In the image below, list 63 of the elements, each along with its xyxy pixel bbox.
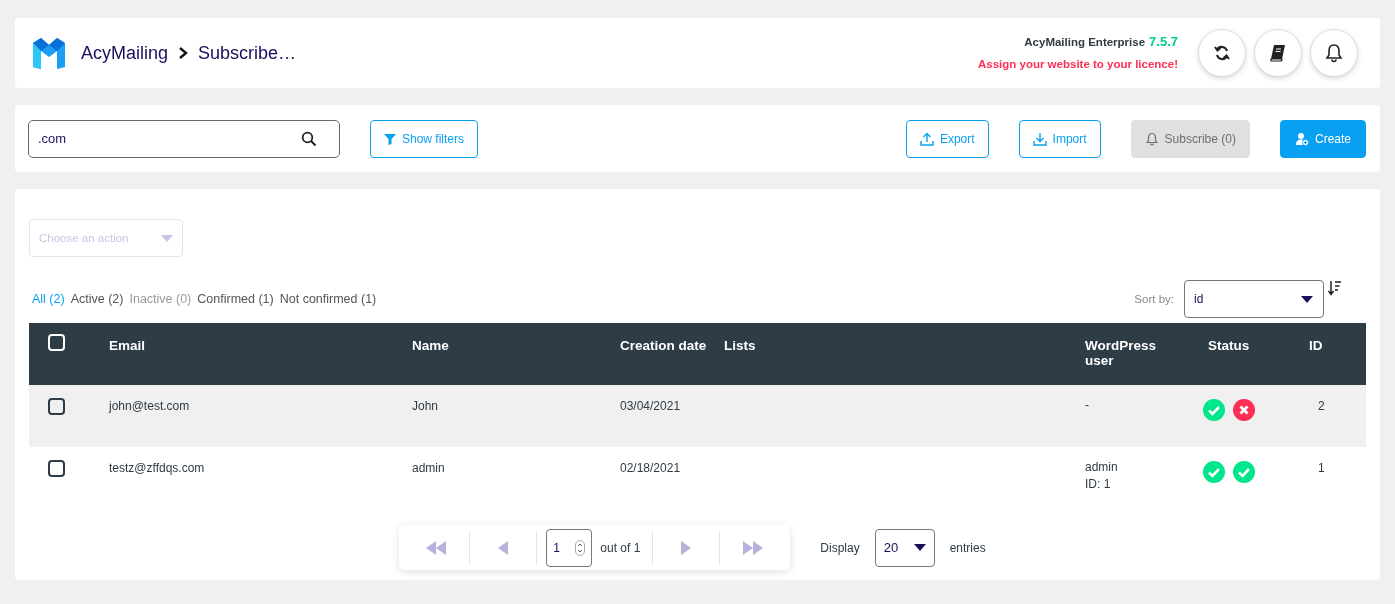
name-cell-text: John [412,399,440,413]
sort-dropdown[interactable]: id [1184,280,1324,318]
page-number-field[interactable]: 1 [546,528,593,567]
wordpress-user-text: - [1085,397,1090,414]
edition-label: AcyMailing Enterprise [1024,36,1146,48]
first-page-icon [425,539,448,556]
date-cell-text: 02/18/2021 [620,461,682,475]
column-header[interactable]: WordPress user [1085,338,1175,368]
download-icon [1032,131,1047,146]
chevron-right-icon [178,46,189,60]
page-title: Subscribe… [198,42,297,64]
unconfirmed-cross-icon[interactable] [1233,399,1255,421]
column-header[interactable]: Lists [724,338,1085,353]
bell-icon [1144,131,1159,146]
book-icon [1268,43,1288,63]
select-all-checkbox[interactable] [48,334,65,351]
page-count-label: out of 1 [600,540,641,555]
sort-direction-icon[interactable] [1328,280,1342,296]
column-header[interactable]: ID [1309,338,1365,353]
notifications-button[interactable] [1310,29,1358,77]
active-check-icon[interactable] [1203,461,1225,483]
email-cell-text: john@test.com [109,399,191,413]
documentation-button[interactable] [1254,29,1302,77]
refresh-icon [1212,43,1232,63]
email-cell-text: testz@zffdqs.com [109,461,206,475]
id-cell-text: 2 [1317,399,1326,413]
add-user-icon [1294,131,1309,146]
filter-icon [384,132,396,145]
breadcrumb-link[interactable]: AcyMailing [81,42,169,64]
entries-per-page-dropdown[interactable]: 20 [874,528,935,567]
display-label: Display [820,540,860,555]
logo-icon [31,35,67,71]
column-header[interactable]: Email [109,338,412,353]
name-cell-text: admin [412,461,446,475]
search-field[interactable]: .com [28,119,340,158]
active-check-icon[interactable] [1203,399,1225,421]
wordpress-user-text: ID: 1 [1085,476,1112,493]
caret-down-icon [1301,295,1313,303]
spinner-arrows-icon [575,539,586,556]
wordpress-user-text: admin [1085,459,1119,476]
version-number: 7.5.7 [1149,34,1178,49]
upload-icon [919,131,934,146]
entries-label: entries [949,540,986,555]
id-cell-text: 1 [1317,461,1326,475]
licence-warning[interactable]: Assign your website to your licence! [977,53,1178,75]
date-cell-text: 03/04/2021 [620,399,682,413]
column-header[interactable]: Creation date [620,338,724,353]
status-filter-link: Inactive (0) [129,292,192,306]
search-icon [301,130,317,147]
row-checkbox[interactable] [48,460,65,477]
column-header[interactable]: Name [412,338,620,353]
column-header[interactable]: Status [1195,338,1309,353]
refresh-button[interactable] [1198,29,1246,77]
sort-label: Sort by: [1134,293,1174,305]
status-filter-link[interactable]: Not confirmed (1) [279,292,377,306]
last-page-icon [742,539,765,556]
caret-down-icon [913,544,926,551]
caret-down-icon [161,234,173,242]
status-filter-link[interactable]: Active (2) [70,292,124,306]
confirmed-check-icon[interactable] [1233,461,1255,483]
bell-icon [1324,43,1344,63]
status-filter-link[interactable]: Confirmed (1) [197,292,274,306]
row-checkbox[interactable] [48,398,65,415]
